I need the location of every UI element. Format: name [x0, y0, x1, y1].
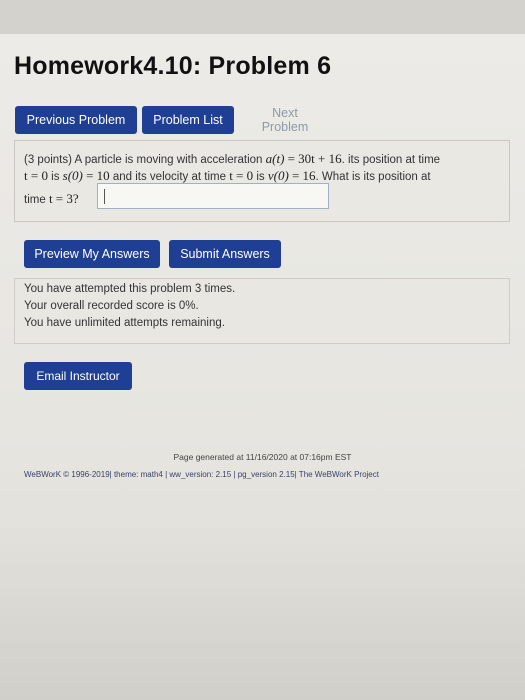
score-text: Your overall recorded score is 0%. — [24, 300, 199, 312]
remaining-attempts-text: You have unlimited attempts remaining. — [24, 317, 225, 329]
page-generated-text: Page generated at 11/16/2020 at 07:16pm … — [173, 452, 352, 462]
page-title: Homework4.10: Problem 6 — [14, 52, 332, 80]
submit-answers-button[interactable]: Submit Answers — [169, 240, 281, 268]
email-instructor-button[interactable]: Email Instructor — [24, 362, 132, 390]
position-rhs: 10 — [96, 168, 110, 183]
problem-list-button[interactable]: Problem List — [142, 106, 234, 134]
next-problem-button[interactable]: Next Problem — [240, 106, 330, 134]
top-bar — [0, 0, 525, 34]
problem-line-2: t = 0 is s(0) = 10 and its velocity at t… — [24, 168, 431, 183]
problem-line-1: (3 points) A particle is moving with acc… — [24, 151, 441, 166]
preview-answers-button[interactable]: Preview My Answers — [24, 240, 160, 268]
problem-points: (3 points) — [24, 154, 72, 166]
attempts-text: You have attempted this problem 3 times. — [24, 283, 236, 295]
answer-input[interactable] — [97, 183, 329, 209]
acceleration-rhs: 30t + 16 — [298, 151, 342, 166]
position-lhs: s(0) — [62, 168, 83, 183]
acceleration-lhs: a(t) — [265, 151, 285, 166]
footer-credits: WeBWorK © 1996-2019| theme: math4 | ww_v… — [24, 470, 379, 479]
previous-problem-button[interactable]: Previous Problem — [15, 106, 137, 134]
velocity-lhs: v(0) — [267, 168, 289, 183]
velocity-rhs: 16 — [302, 168, 316, 183]
text-cursor — [104, 189, 105, 204]
problem-line-3: time t = 3? — [24, 191, 79, 206]
bottom-shading — [0, 520, 525, 700]
